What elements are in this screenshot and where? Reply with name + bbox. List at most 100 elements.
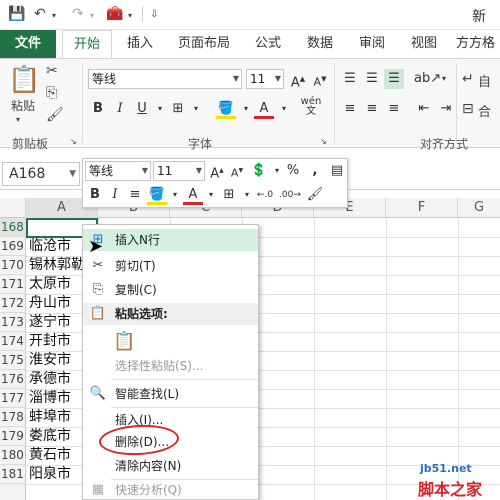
cell-a172[interactable]: 舟山市 [29, 294, 71, 313]
name-box[interactable]: A168 ▼ [2, 162, 80, 186]
paste-icon[interactable]: 📋 [113, 331, 135, 352]
border-dropdown-icon[interactable]: ▾ [186, 99, 206, 119]
chevron-down-icon[interactable]: ▼ [69, 163, 76, 185]
decrease-font-size-icon[interactable]: A▼ [310, 69, 330, 89]
tab-page-layout[interactable]: 页面布局 [170, 30, 238, 58]
row-header[interactable]: 175 [0, 351, 26, 370]
paste-label[interactable]: 粘贴 [8, 97, 38, 114]
cell-a173[interactable]: 遂宁市 [29, 313, 71, 332]
orientation-icon[interactable]: ab↗ [414, 69, 441, 89]
format-painter-icon[interactable]: 🖌 [46, 107, 64, 123]
align-center-icon[interactable]: ≡ [125, 185, 145, 205]
redo-icon[interactable]: ↷ [72, 6, 84, 22]
menu-item-insert[interactable]: 插入(I)... [83, 409, 258, 431]
copy-icon[interactable]: ⎘ [46, 85, 57, 101]
chevron-down-icon[interactable]: ▼ [233, 70, 239, 88]
row-header[interactable]: 168 [0, 218, 26, 237]
align-top-icon[interactable]: ☰ [340, 69, 360, 89]
column-header-f[interactable]: F [386, 198, 458, 218]
underline-icon[interactable]: U [132, 99, 152, 119]
font-color-dropdown-icon[interactable]: ▾ [274, 99, 294, 119]
toolbox-dropdown-icon[interactable]: ▾ [128, 11, 132, 20]
decrease-font-size-icon[interactable]: A▼ [227, 161, 247, 181]
tab-view[interactable]: 视图 [404, 30, 444, 58]
increase-indent-icon[interactable]: ⇥ [436, 99, 456, 119]
border-dropdown-icon[interactable]: ▾ [237, 185, 257, 205]
phonetic-icon[interactable]: wén 文 [298, 97, 324, 117]
font-name-combo[interactable]: 等线 ▼ [88, 69, 242, 89]
menu-item-cut[interactable]: ✂ 剪切(T) [83, 255, 258, 277]
column-header-g[interactable]: G [458, 198, 500, 218]
align-middle-icon[interactable]: ☰ [362, 69, 382, 89]
redo-dropdown-icon[interactable]: ▾ [90, 11, 94, 20]
customize-icon[interactable]: ⇩ [150, 9, 158, 20]
chevron-down-icon[interactable]: ▼ [142, 162, 148, 180]
merge-icon[interactable]: ⊟ [462, 101, 474, 117]
paste-icon[interactable]: 📋 [8, 65, 40, 95]
row-header[interactable]: 178 [0, 408, 26, 427]
font-color-icon[interactable]: A [183, 185, 203, 205]
merge-label[interactable]: 合 [478, 101, 491, 120]
mini-font-size-combo[interactable]: 11 ▼ [153, 161, 205, 181]
chevron-down-icon[interactable]: ▼ [196, 162, 202, 180]
align-right-icon[interactable]: ≡ [384, 99, 404, 119]
row-header[interactable]: 170 [0, 256, 26, 275]
row-header[interactable]: 174 [0, 332, 26, 351]
cell-a181[interactable]: 阳泉市 [29, 465, 71, 484]
cut-icon[interactable]: ✂ [46, 63, 58, 79]
accounting-format-icon[interactable]: 💲 [249, 161, 269, 181]
menu-item-paste-special[interactable]: 选择性粘贴(S)... [83, 355, 258, 377]
select-all-corner[interactable] [0, 198, 26, 218]
border-icon[interactable]: ⊞ [168, 99, 188, 119]
decrease-decimal-icon[interactable]: .00→ [279, 185, 301, 205]
row-header[interactable]: 173 [0, 313, 26, 332]
row-header[interactable]: 180 [0, 446, 26, 465]
row-header[interactable]: 181 [0, 465, 26, 484]
font-size-combo[interactable]: 11 ▼ [246, 69, 284, 89]
bold-icon[interactable]: B [85, 185, 105, 205]
menu-item-smart-lookup[interactable]: 🔍 智能查找(L) [83, 383, 258, 405]
cell-a176[interactable]: 承德市 [29, 370, 71, 389]
menu-item-copy[interactable]: ⎘ 复制(C) [83, 279, 258, 301]
fill-color-icon[interactable]: 🪣 [216, 99, 236, 119]
row-header[interactable]: 169 [0, 237, 26, 256]
undo-icon[interactable]: ↶ [34, 6, 46, 22]
font-color-icon[interactable]: A [254, 99, 274, 119]
menu-item-quick-analysis[interactable]: ▦ 快速分析(Q) [83, 479, 258, 500]
mini-font-name-combo[interactable]: 等线 ▼ [85, 161, 151, 181]
cell-a171[interactable]: 太原市 [29, 275, 71, 294]
increase-font-size-icon[interactable]: A▲ [288, 69, 308, 90]
format-cells-icon[interactable]: ▤ [327, 161, 347, 181]
increase-decimal-icon[interactable]: ←.0 [255, 185, 275, 205]
fill-color-icon[interactable]: 🪣 [147, 185, 167, 205]
align-center-icon[interactable]: ≡ [362, 99, 382, 119]
row-header[interactable]: 176 [0, 370, 26, 389]
decrease-indent-icon[interactable]: ⇤ [414, 99, 434, 119]
fill-color-dropdown-icon[interactable]: ▾ [165, 185, 185, 205]
clipboard-launcher-icon[interactable]: ↘ [70, 137, 77, 146]
cell-a179[interactable]: 娄底市 [29, 427, 71, 446]
fill-color-dropdown-icon[interactable]: ▾ [236, 99, 256, 119]
tab-insert[interactable]: 插入 [120, 30, 160, 58]
increase-font-size-icon[interactable]: A▲ [207, 161, 227, 181]
cell-a174[interactable]: 开封市 [29, 332, 71, 351]
tab-file[interactable]: 文件 [0, 30, 56, 58]
border-icon[interactable]: ⊞ [219, 185, 239, 205]
cell-a169[interactable]: 临沧市 [29, 237, 71, 256]
row-header[interactable]: 172 [0, 294, 26, 313]
font-color-dropdown-icon[interactable]: ▾ [201, 185, 221, 205]
italic-icon[interactable]: I [110, 99, 130, 119]
bold-icon[interactable]: B [88, 99, 108, 119]
orientation-dropdown-icon[interactable]: ▾ [434, 69, 454, 89]
toolbox-icon[interactable]: 🧰 [106, 6, 123, 22]
cell-a180[interactable]: 黄石市 [29, 446, 71, 465]
wrap-text-label[interactable]: 自 [478, 71, 491, 90]
tab-fangfangge[interactable]: 方方格 [456, 30, 500, 58]
italic-icon[interactable]: I [105, 185, 125, 205]
tab-review[interactable]: 审阅 [352, 30, 392, 58]
wrap-text-icon[interactable]: ↵ [462, 71, 474, 87]
menu-item-insert-rows[interactable]: ⊞ 插入N行 [83, 229, 258, 251]
format-painter-icon[interactable]: 🖌 [305, 185, 325, 205]
cell-a170[interactable]: 锡林郭勒 [29, 256, 85, 275]
font-launcher-icon[interactable]: ↘ [320, 137, 327, 146]
